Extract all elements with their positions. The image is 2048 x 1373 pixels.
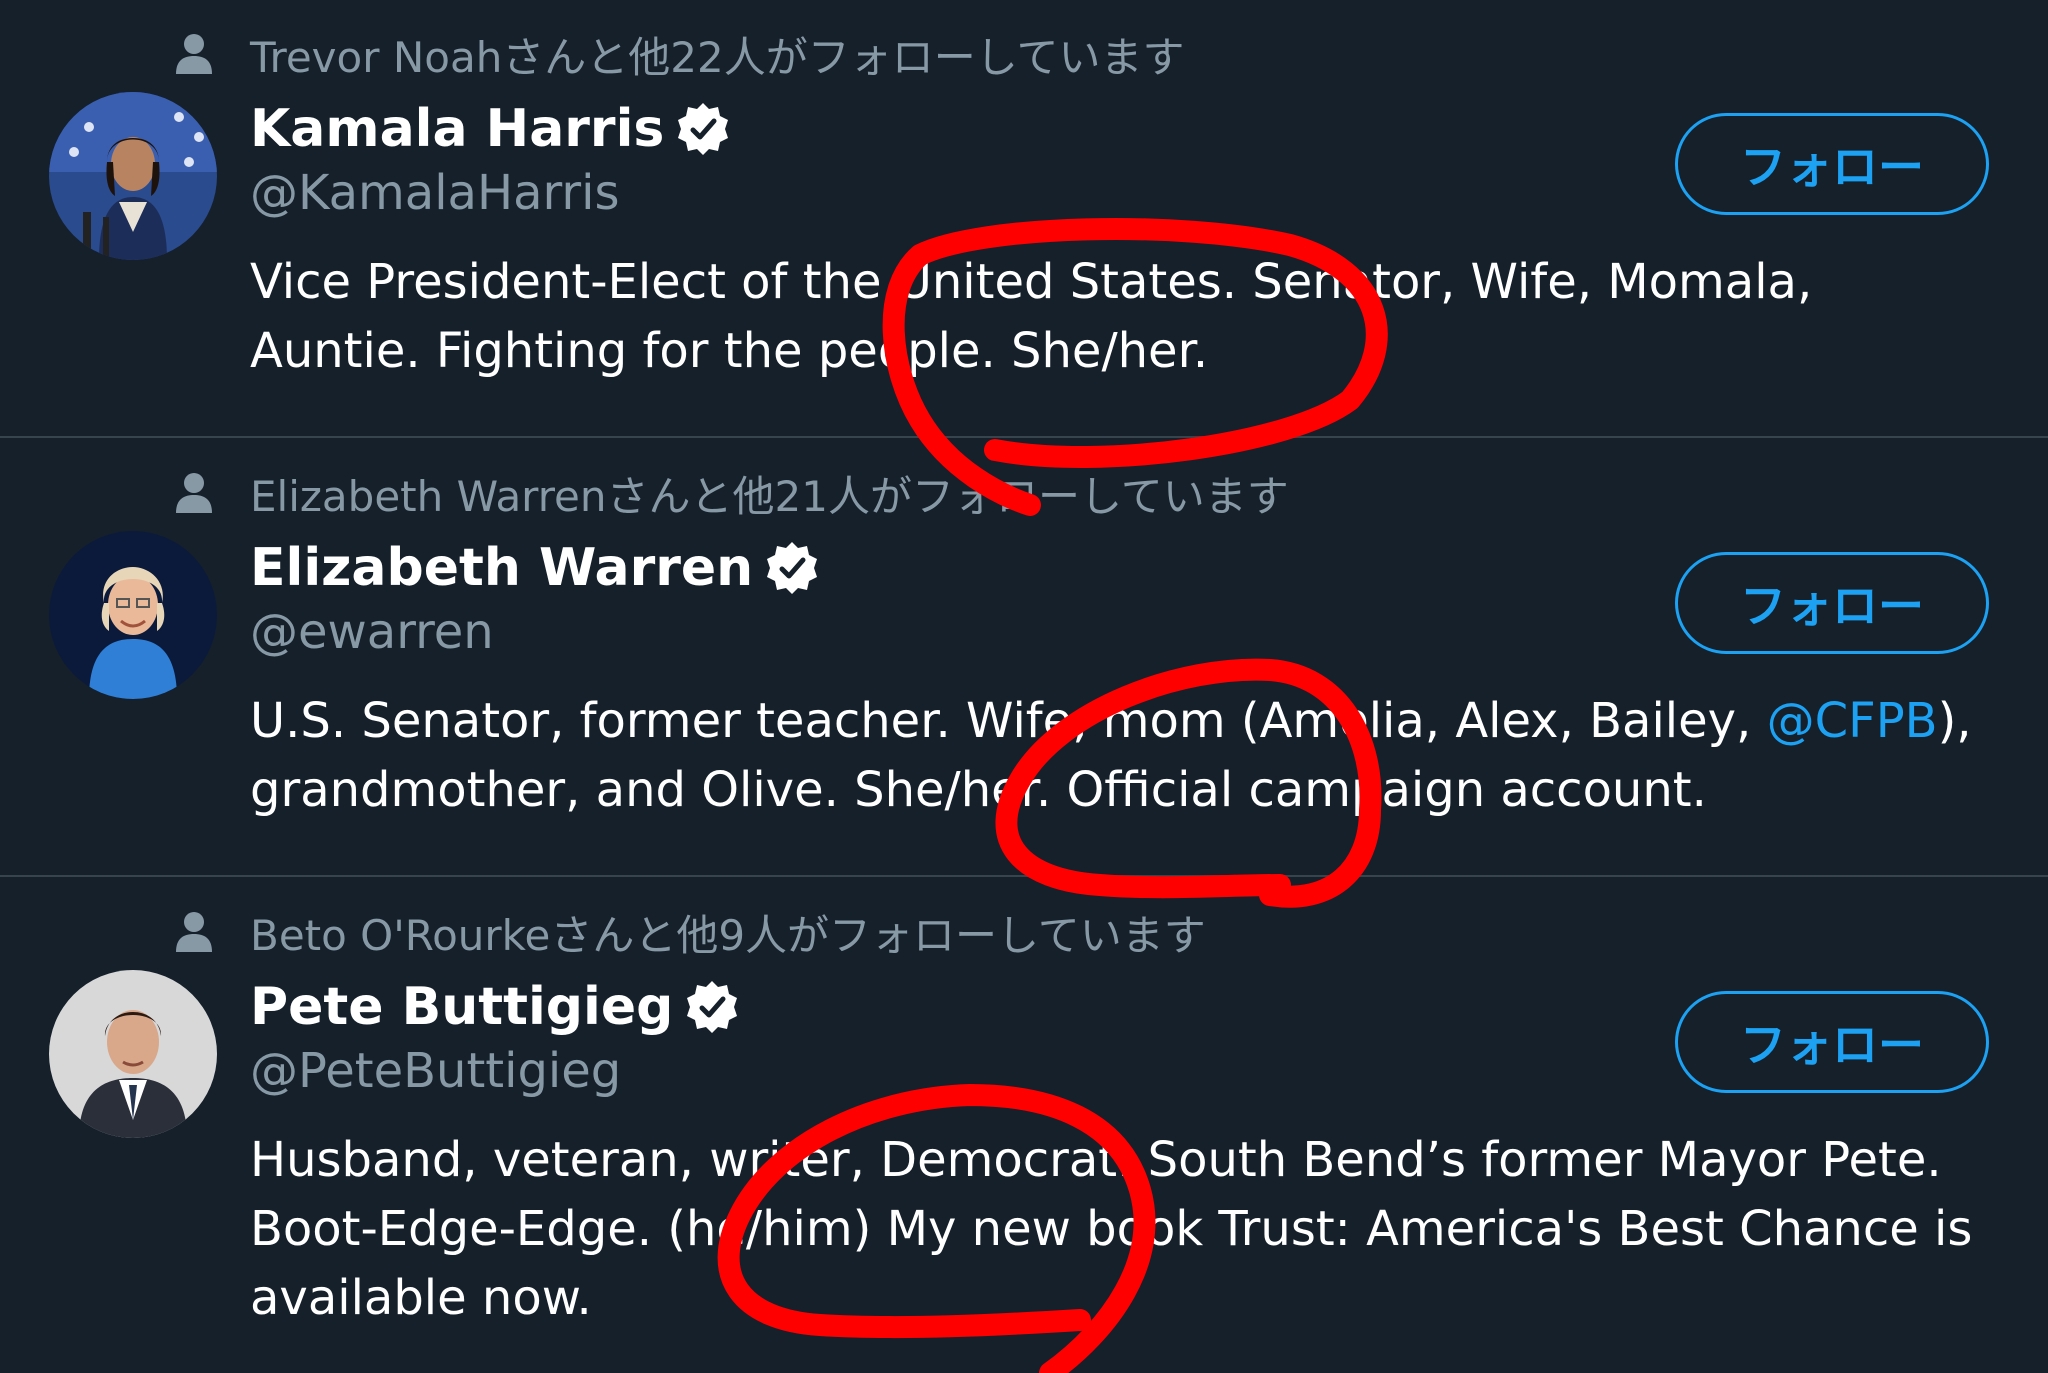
display-name[interactable]: Kamala Harris [250,99,664,159]
social-context-text: Trevor Noahさんと他22人がフォローしています [250,32,1185,82]
display-name[interactable]: Elizabeth Warren [250,538,753,598]
person-icon [174,471,214,515]
user-card[interactable]: Trevor Noahさんと他22人がフォローしています Kamala Harr… [0,0,2048,438]
user-card[interactable]: Elizabeth Warrenさんと他21人がフォローしています Elizab… [0,439,2048,877]
person-icon [174,32,214,76]
user-bio: Husband, veteran, writer, Democrat. Sout… [250,1132,1973,1326]
person-icon [174,910,214,954]
verified-badge-icon [683,978,741,1036]
social-context: Trevor Noahさんと他22人がフォローしています [174,24,1185,84]
avatar[interactable] [49,531,217,699]
name-row[interactable]: Pete Buttigieg [250,974,741,1040]
verified-badge-icon [763,539,821,597]
name-row[interactable]: Elizabeth Warren [250,535,821,601]
user-handle[interactable]: @PeteButtigieg [250,1043,621,1099]
social-context-text: Beto O'Rourkeさんと他9人がフォローしています [250,910,1206,960]
display-name[interactable]: Pete Buttigieg [250,977,673,1037]
user-card[interactable]: Beto O'Rourkeさんと他9人がフォローしています Pete Butti… [0,878,2048,1373]
name-row[interactable]: Kamala Harris [250,96,732,162]
social-context: Elizabeth Warrenさんと他21人がフォローしています [174,463,1289,523]
follow-button[interactable]: フォロー [1675,552,1989,654]
user-handle[interactable]: @ewarren [250,604,494,660]
social-context: Beto O'Rourkeさんと他9人がフォローしています [174,902,1206,962]
bio-mention-link[interactable]: @CFPB [1767,693,1938,749]
user-bio: U.S. Senator, former teacher. Wife, mom … [250,687,1990,825]
avatar[interactable] [49,92,217,260]
bio-text-before: U.S. Senator, former teacher. Wife, mom … [250,693,1767,749]
follow-button[interactable]: フォロー [1675,113,1989,215]
user-handle[interactable]: @KamalaHarris [250,165,619,221]
user-bio: Vice President-Elect of the United State… [250,254,1813,379]
social-context-text: Elizabeth Warrenさんと他21人がフォローしています [250,471,1289,521]
follow-button[interactable]: フォロー [1675,991,1989,1093]
verified-badge-icon [674,100,732,158]
avatar[interactable] [49,970,217,1138]
